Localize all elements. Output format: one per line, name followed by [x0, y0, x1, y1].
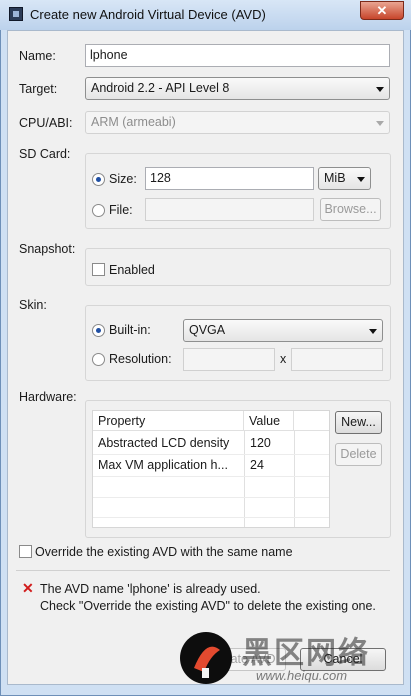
column-divider [294, 431, 295, 527]
table-row-property[interactable]: Abstracted LCD density [93, 433, 243, 454]
table-row-property[interactable]: Max VM application h... [93, 455, 243, 476]
error-message-line1: The AVD name 'lphone' is already used. [40, 582, 261, 596]
sdcard-size-label: Size: [109, 172, 137, 186]
skin-builtin-label: Built-in: [109, 323, 151, 337]
name-field[interactable]: lphone [85, 44, 390, 67]
hardware-table[interactable]: Property Value Abstracted LCD density 12… [92, 410, 330, 528]
chevron-down-icon [376, 87, 384, 92]
column-header-filler [294, 411, 329, 431]
snapshot-enabled-label: Enabled [109, 263, 155, 277]
sdcard-file-field[interactable] [145, 198, 314, 221]
sdcard-unit-value: MiB [324, 171, 346, 185]
sdcard-unit-select[interactable]: MiB [318, 167, 371, 190]
separator [16, 570, 390, 571]
error-message-line2: Check "Override the existing AVD" to del… [40, 599, 376, 613]
resolution-width-field[interactable] [183, 348, 275, 371]
browse-button[interactable]: Browse... [320, 198, 381, 221]
cpu-select: ARM (armeabi) [85, 111, 390, 134]
table-row-value[interactable]: 120 [245, 433, 293, 454]
snapshot-enabled-checkbox[interactable] [92, 263, 105, 276]
close-button[interactable]: ✕ [360, 1, 404, 20]
column-header-property[interactable]: Property [93, 411, 244, 431]
skin-builtin-select[interactable]: QVGA [183, 319, 383, 342]
row-divider [93, 497, 329, 498]
row-divider [93, 476, 329, 477]
hardware-label: Hardware: [19, 390, 77, 404]
cpu-label: CPU/ABI: [19, 116, 73, 130]
skin-resolution-radio[interactable] [92, 353, 105, 366]
new-property-button[interactable]: New... [335, 411, 382, 434]
chevron-down-icon [357, 177, 365, 182]
watermark-url: www.heiqu.com [256, 668, 348, 683]
sdcard-size-radio[interactable] [92, 173, 105, 186]
sdcard-label: SD Card: [19, 147, 71, 161]
app-icon [9, 7, 23, 21]
name-label: Name: [19, 49, 56, 63]
sdcard-file-label: File: [109, 203, 133, 217]
snapshot-label: Snapshot: [19, 242, 76, 256]
skin-resolution-label: Resolution: [109, 352, 172, 366]
watermark-logo-icon [180, 632, 232, 684]
table-row-value[interactable]: 24 [245, 455, 293, 476]
override-checkbox[interactable] [19, 545, 32, 558]
chevron-down-icon [376, 121, 384, 126]
error-icon: ✕ [22, 580, 34, 596]
row-divider [93, 517, 329, 518]
target-select[interactable]: Android 2.2 - API Level 8 [85, 77, 390, 100]
delete-property-button[interactable]: Delete [335, 443, 382, 466]
chevron-down-icon [369, 329, 377, 334]
skin-builtin-radio[interactable] [92, 324, 105, 337]
override-label: Override the existing AVD with the same … [35, 545, 293, 559]
target-select-value: Android 2.2 - API Level 8 [91, 81, 230, 95]
watermark-text: 黑区网络 [242, 637, 370, 670]
skin-label: Skin: [19, 298, 47, 312]
target-label: Target: [19, 82, 58, 96]
resolution-height-field[interactable] [291, 348, 383, 371]
sdcard-file-radio[interactable] [92, 204, 105, 217]
window-title: Create new Android Virtual Device (AVD) [30, 7, 266, 22]
watermark-logo-mark [194, 646, 220, 678]
sdcard-size-field[interactable]: 128 [145, 167, 314, 190]
resolution-x-label: x [280, 352, 287, 366]
column-header-value[interactable]: Value [244, 411, 294, 431]
skin-builtin-value: QVGA [189, 323, 226, 337]
cpu-select-value: ARM (armeabi) [91, 115, 176, 129]
